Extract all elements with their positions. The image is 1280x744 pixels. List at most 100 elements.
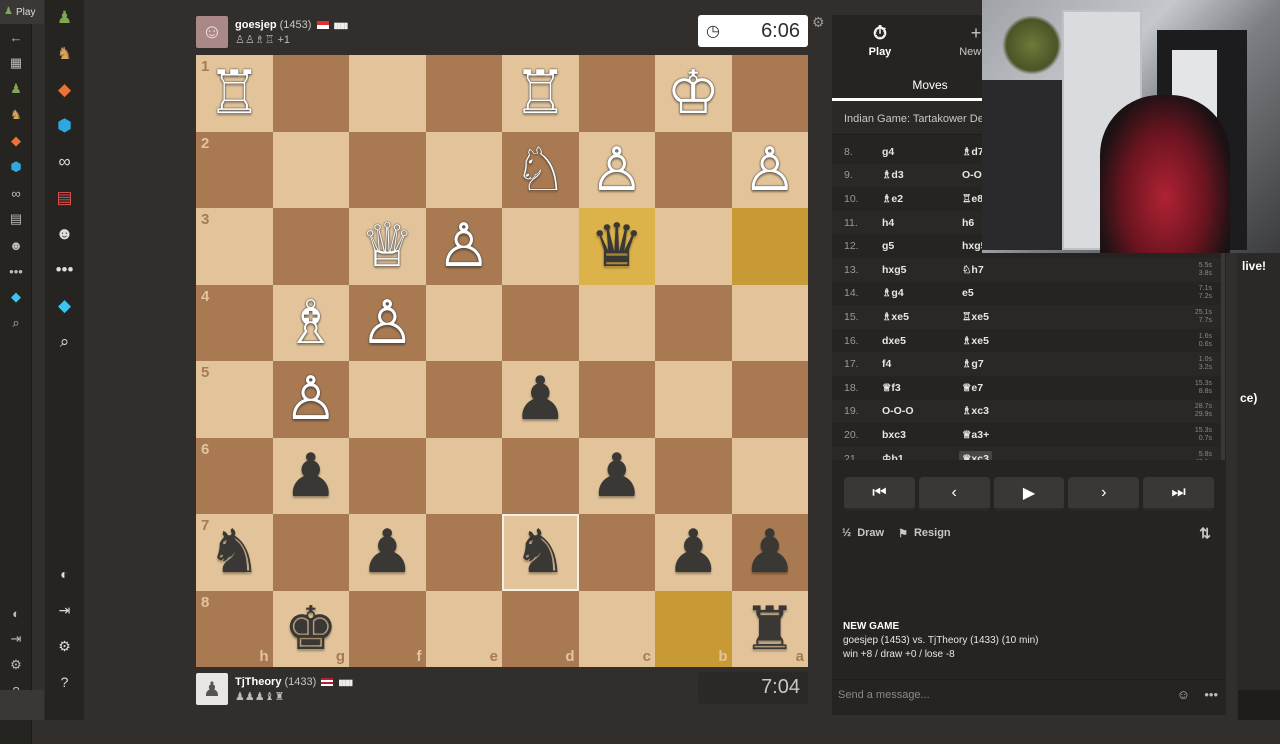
chess-piece[interactable]: ♔: [666, 63, 720, 123]
board-square[interactable]: e: [425, 590, 502, 667]
search-icon[interactable]: ⌕: [0, 310, 32, 336]
chess-piece[interactable]: ♟: [360, 522, 414, 582]
board-square[interactable]: [731, 437, 808, 514]
theme-icon[interactable]: ◐: [0, 600, 32, 626]
search-icon[interactable]: ⌕: [45, 324, 84, 360]
flip-board-icon[interactable]: ⇅: [1199, 525, 1211, 542]
help-icon[interactable]: ?: [45, 664, 84, 700]
chess-piece[interactable]: ♟: [666, 522, 720, 582]
board-square[interactable]: [578, 284, 655, 361]
board-square[interactable]: 6: [196, 437, 273, 514]
board-square[interactable]: ♟: [731, 514, 808, 591]
play-icon[interactable]: ♟: [0, 76, 32, 102]
chess-piece[interactable]: ♟: [284, 446, 338, 506]
news-icon[interactable]: ▤: [45, 180, 84, 216]
black-move[interactable]: ♕a3+: [962, 429, 1042, 441]
black-move[interactable]: ♗xe5: [962, 335, 1042, 347]
more-icon[interactable]: •••: [0, 258, 32, 284]
chess-piece[interactable]: ♖: [513, 63, 567, 123]
chess-piece[interactable]: ♗: [284, 293, 338, 353]
white-move[interactable]: g4: [882, 146, 962, 158]
board-square[interactable]: f: [349, 590, 426, 667]
board-square[interactable]: ♖: [502, 55, 579, 132]
chess-piece[interactable]: ♞: [513, 522, 567, 582]
board-square[interactable]: [425, 437, 502, 514]
white-move[interactable]: f4: [882, 358, 962, 370]
chess-piece[interactable]: ♟: [590, 446, 644, 506]
social-icon[interactable]: ☻: [45, 216, 84, 252]
player-name[interactable]: goesjep: [235, 19, 277, 31]
board-square[interactable]: ♙: [425, 208, 502, 285]
board-square[interactable]: ♛: [578, 208, 655, 285]
white-move[interactable]: g5: [882, 240, 962, 252]
white-move[interactable]: ♗d3: [882, 169, 962, 181]
board-square[interactable]: [425, 361, 502, 438]
board-square[interactable]: ♞: [502, 514, 579, 591]
browser-tab[interactable]: ♟ Play: [0, 0, 44, 24]
board-square[interactable]: ♟: [578, 437, 655, 514]
white-move[interactable]: bxc3: [882, 429, 962, 441]
avatar[interactable]: ☺: [196, 16, 228, 48]
white-move[interactable]: hxg5: [882, 264, 962, 276]
emoji-icon[interactable]: ☺: [1177, 687, 1190, 702]
board-square[interactable]: d: [502, 590, 579, 667]
board-square[interactable]: [502, 284, 579, 361]
learn-icon[interactable]: ◆: [0, 128, 32, 154]
black-move[interactable]: ♗g7: [962, 358, 1042, 370]
chess-piece[interactable]: ♕: [360, 216, 414, 276]
board-square[interactable]: g ♚: [272, 590, 349, 667]
board-square[interactable]: [425, 131, 502, 208]
board-square[interactable]: [272, 131, 349, 208]
board-square[interactable]: [425, 284, 502, 361]
watch-icon[interactable]: ⬢: [45, 108, 84, 144]
play-button[interactable]: ▶: [993, 477, 1065, 511]
black-move[interactable]: ♖xe5: [962, 311, 1042, 323]
board-square[interactable]: ♟: [655, 514, 732, 591]
board-square[interactable]: ♙: [578, 131, 655, 208]
board-square[interactable]: 2: [196, 131, 273, 208]
chess-piece[interactable]: ♜: [743, 599, 797, 659]
chat-input[interactable]: Send a message... ☺ •••: [832, 679, 1226, 709]
news-icon[interactable]: ▤: [0, 206, 32, 232]
first-move-button[interactable]: ⏮: [844, 477, 915, 511]
next-move-button[interactable]: ›: [1068, 477, 1140, 511]
chess-piece[interactable]: ♘: [513, 140, 567, 200]
chess-piece[interactable]: ♟: [513, 369, 567, 429]
board-square[interactable]: 3: [196, 208, 273, 285]
chess-piece[interactable]: ♙: [590, 140, 644, 200]
chess-piece[interactable]: ♚: [284, 599, 338, 659]
premium-icon[interactable]: ◆: [45, 288, 84, 324]
board-square[interactable]: a ♜: [731, 590, 808, 667]
watch-icon[interactable]: ⬢: [0, 154, 32, 180]
board-square[interactable]: [731, 284, 808, 361]
board-square[interactable]: [272, 514, 349, 591]
more-icon[interactable]: •••: [45, 252, 84, 288]
white-move[interactable]: ♔b1: [882, 453, 962, 460]
more-icon[interactable]: •••: [1204, 687, 1218, 702]
board-square[interactable]: ♟: [502, 361, 579, 438]
puzzles-icon[interactable]: ♞: [0, 102, 32, 128]
board-square[interactable]: [349, 437, 426, 514]
board-square[interactable]: ♙: [349, 284, 426, 361]
board-square[interactable]: [731, 361, 808, 438]
chess-piece[interactable]: ♖: [207, 63, 261, 123]
black-move[interactable]: ♕e7: [962, 382, 1042, 394]
board-square[interactable]: ♙: [731, 131, 808, 208]
chess-piece[interactable]: ♟: [743, 522, 797, 582]
draw-button[interactable]: Draw: [857, 527, 884, 539]
board-square[interactable]: c: [578, 590, 655, 667]
board-square[interactable]: [349, 361, 426, 438]
chess-piece[interactable]: ♙: [284, 369, 338, 429]
black-move[interactable]: ♘h7: [962, 264, 1042, 276]
black-move[interactable]: ♕xc3: [959, 450, 992, 460]
board-square[interactable]: [655, 437, 732, 514]
last-move-button[interactable]: ⏭: [1143, 477, 1214, 511]
board-square[interactable]: 1 ♖: [196, 55, 273, 132]
board-square[interactable]: b: [655, 590, 732, 667]
board-square[interactable]: [655, 361, 732, 438]
board-square[interactable]: [502, 208, 579, 285]
board-square[interactable]: ♔: [655, 55, 732, 132]
board-square[interactable]: ♙: [272, 361, 349, 438]
board-square[interactable]: [425, 514, 502, 591]
chess-piece[interactable]: ♙: [360, 293, 414, 353]
